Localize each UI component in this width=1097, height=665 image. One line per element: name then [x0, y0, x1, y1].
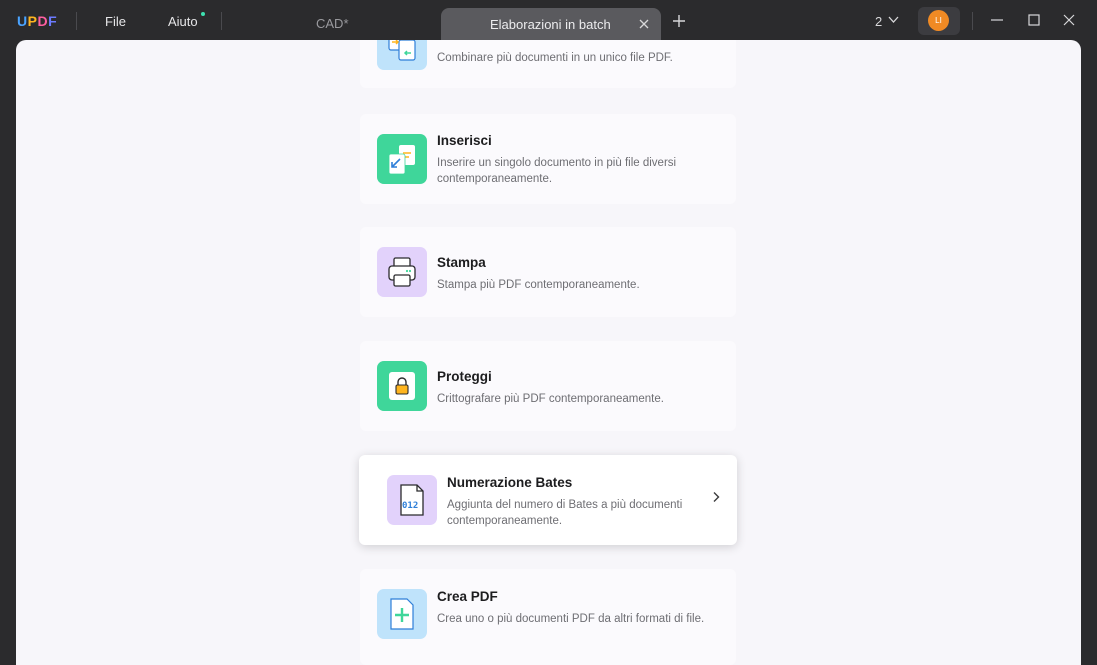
card-bates-numbering[interactable]: 012 Numerazione Bates Aggiunta del numer… [359, 455, 737, 545]
logo-letter-u: U [17, 13, 28, 29]
insert-icon [377, 134, 427, 184]
printer-icon [377, 247, 427, 297]
card-title: Numerazione Bates [447, 475, 573, 490]
card-description: Combinare più documenti in un unico file… [437, 52, 673, 64]
separator [76, 12, 77, 30]
notification-dot-icon [201, 12, 205, 16]
separator [972, 12, 973, 30]
file-menu[interactable]: File [105, 14, 126, 29]
combine-icon [377, 40, 427, 70]
batch-processing-panel: Combinare più documenti in un unico file… [16, 40, 1081, 665]
tab-batch-processing[interactable]: Elaborazioni in batch [441, 8, 661, 42]
card-create-pdf[interactable]: Crea PDF Crea uno o più documenti PDF da… [360, 569, 736, 665]
maximize-button[interactable] [1025, 11, 1043, 29]
card-print[interactable]: Stampa Stampa più PDF contemporaneamente… [360, 227, 736, 317]
card-description: Crea uno o più documenti PDF da altri fo… [437, 613, 705, 625]
card-protect[interactable]: Proteggi Crittografare più PDF contempor… [360, 341, 736, 431]
plus-icon [673, 15, 685, 27]
close-window-button[interactable] [1060, 11, 1078, 29]
avatar: LI [928, 10, 949, 31]
help-menu[interactable]: Aiuto [168, 14, 198, 29]
window-count[interactable]: 2 [875, 14, 882, 29]
card-description: Inserire un singolo documento in più fil… [437, 157, 677, 185]
chevron-down-icon[interactable] [887, 13, 900, 26]
minimize-button[interactable] [988, 11, 1006, 29]
title-bar: UPDF File Aiuto CAD* Elaborazioni in bat… [0, 0, 1097, 42]
logo-letter-p: P [27, 13, 38, 29]
bates-sample-number: 012 [402, 501, 419, 511]
bates-number-icon: 012 [387, 475, 437, 525]
card-title: Proteggi [437, 369, 492, 384]
card-title: Crea PDF [437, 589, 498, 604]
card-description: Stampa più PDF contemporaneamente. [437, 279, 640, 291]
chevron-right-icon [713, 492, 720, 502]
close-tab-button[interactable] [639, 15, 649, 34]
card-description: Aggiunta del numero di Bates a più docum… [447, 499, 683, 527]
tab-cad[interactable]: CAD* [316, 16, 349, 31]
close-icon [639, 19, 649, 29]
logo-letter-f: F [48, 13, 58, 29]
app-logo[interactable]: UPDF [17, 13, 57, 29]
logo-letter-d: D [37, 13, 49, 29]
card-title: Stampa [437, 255, 486, 270]
tab-label: Elaborazioni in batch [490, 17, 611, 32]
card-title: Inserisci [437, 133, 492, 148]
user-account-button[interactable]: LI [918, 7, 960, 35]
separator [221, 12, 222, 30]
card-combine[interactable]: Combinare più documenti in un unico file… [360, 40, 736, 88]
create-pdf-icon [377, 589, 427, 639]
card-insert[interactable]: Inserisci Inserire un singolo documento … [360, 114, 736, 204]
lock-icon [377, 361, 427, 411]
new-tab-button[interactable] [672, 10, 686, 34]
card-description: Crittografare più PDF contemporaneamente… [437, 393, 664, 405]
